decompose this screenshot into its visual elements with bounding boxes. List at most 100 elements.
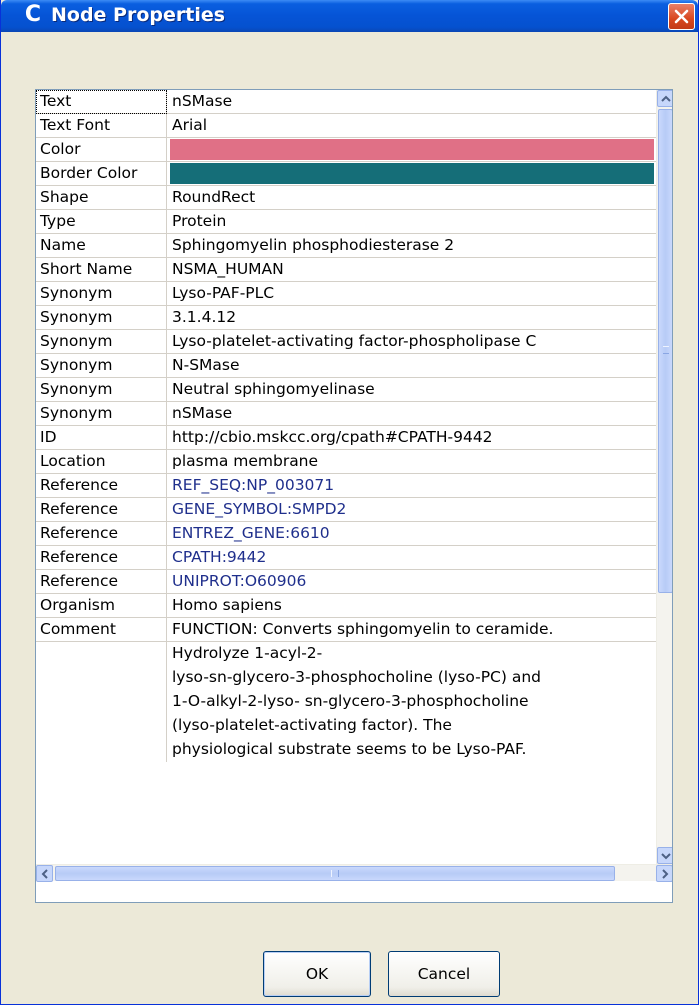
table-row[interactable]: Synonym Lyso-platelet-activating factor-p… bbox=[36, 330, 656, 354]
scroll-right-button[interactable] bbox=[656, 865, 672, 882]
reference-link[interactable]: UNIPROT:O60906 bbox=[168, 570, 656, 593]
property-value: 3.1.4.12 bbox=[172, 308, 237, 326]
table-row[interactable]: Reference CPATH:9442 bbox=[36, 546, 656, 570]
table-row[interactable]: Reference UNIPROT:O60906 bbox=[36, 570, 656, 594]
property-value: nSMase bbox=[172, 92, 233, 110]
property-key: Synonym bbox=[36, 306, 167, 329]
focus-indicator bbox=[36, 90, 167, 114]
ok-button[interactable]: OK bbox=[263, 951, 371, 997]
table-row[interactable]: ID http://cbio.mskcc.org/cpath#CPATH-9442 bbox=[36, 426, 656, 450]
property-value: N-SMase bbox=[172, 356, 240, 374]
app-icon: C bbox=[24, 2, 42, 27]
table-row[interactable]: Synonym Neutral sphingomyelinase bbox=[36, 378, 656, 402]
node-properties-dialog: C Node Properties Text nSMase Text Font Ari… bbox=[0, 0, 699, 1005]
table-row[interactable]: Text Font Arial bbox=[36, 114, 656, 138]
horizontal-scrollbar[interactable] bbox=[36, 864, 672, 882]
table-row[interactable]: Color bbox=[36, 138, 656, 162]
comment-continuation-row[interactable]: (lyso-platelet-activating factor). The bbox=[36, 714, 656, 738]
comment-text-line: physiological substrate seems to be Lyso… bbox=[172, 740, 527, 758]
property-key: Comment bbox=[36, 618, 167, 641]
property-key: Synonym bbox=[36, 282, 167, 305]
table-row[interactable]: Shape RoundRect bbox=[36, 186, 656, 210]
vertical-scrollbar[interactable] bbox=[656, 90, 672, 864]
table-row[interactable]: Synonym nSMase bbox=[36, 402, 656, 426]
close-icon bbox=[674, 9, 689, 24]
table-row[interactable]: Short Name NSMA_HUMAN bbox=[36, 258, 656, 282]
table-row[interactable]: Reference REF_SEQ:NP_003071 bbox=[36, 474, 656, 498]
property-key: Reference bbox=[36, 546, 167, 569]
table-row[interactable]: Text nSMase bbox=[36, 90, 656, 114]
property-value: Homo sapiens bbox=[172, 596, 282, 614]
table-row[interactable]: Location plasma membrane bbox=[36, 450, 656, 474]
table-row[interactable]: Reference GENE_SYMBOL:SMPD2 bbox=[36, 498, 656, 522]
horizontal-scroll-thumb[interactable] bbox=[55, 866, 615, 881]
property-value: FUNCTION: Converts sphingomyelin to cera… bbox=[172, 620, 554, 638]
scroll-left-button[interactable] bbox=[36, 865, 53, 882]
property-value: Sphingomyelin phosphodiesterase 2 bbox=[172, 236, 455, 254]
properties-table: Text nSMase Text Font Arial Color Border Colo… bbox=[35, 89, 673, 903]
property-value: Neutral sphingomyelinase bbox=[172, 380, 375, 398]
window-title: Node Properties bbox=[51, 4, 226, 26]
property-key: Reference bbox=[36, 474, 167, 497]
table-row[interactable]: Type Protein bbox=[36, 210, 656, 234]
grip-icon bbox=[663, 346, 669, 354]
reference-link[interactable]: GENE_SYMBOL:SMPD2 bbox=[168, 498, 656, 521]
comment-continuation-row[interactable]: physiological substrate seems to be Lyso… bbox=[36, 738, 656, 762]
comment-text-line: Hydrolyze 1-acyl-2- bbox=[172, 644, 323, 662]
table-row[interactable]: Comment FUNCTION: Converts sphingomyelin … bbox=[36, 618, 656, 642]
chevron-up-icon bbox=[661, 95, 671, 102]
property-key: Synonym bbox=[36, 378, 167, 401]
property-key: Color bbox=[36, 138, 167, 161]
comment-continuation-row[interactable]: Hydrolyze 1-acyl-2- bbox=[36, 642, 656, 666]
property-key: Shape bbox=[36, 186, 167, 209]
property-key: Name bbox=[36, 234, 167, 257]
comment-text-line: lyso-sn-glycero-3-phosphocholine (lyso-P… bbox=[172, 668, 542, 686]
property-key: Synonym bbox=[36, 354, 167, 377]
table-row[interactable]: Border Color bbox=[36, 162, 656, 186]
properties-rows: Text nSMase Text Font Arial Color Border Colo… bbox=[36, 90, 656, 864]
chevron-left-icon bbox=[41, 869, 48, 879]
vertical-scroll-thumb[interactable] bbox=[658, 109, 672, 593]
color-swatch[interactable] bbox=[170, 139, 654, 160]
property-value: NSMA_HUMAN bbox=[172, 260, 284, 278]
empty-key-cell bbox=[36, 714, 167, 738]
table-row[interactable]: Synonym Lyso-PAF-PLC bbox=[36, 282, 656, 306]
comment-text-line: (lyso-platelet-activating factor). The bbox=[172, 716, 452, 734]
table-row[interactable]: Synonym 3.1.4.12 bbox=[36, 306, 656, 330]
table-row[interactable]: Synonym N-SMase bbox=[36, 354, 656, 378]
property-key: Organism bbox=[36, 594, 167, 617]
scroll-up-button[interactable] bbox=[657, 90, 672, 107]
property-key: Synonym bbox=[36, 402, 167, 425]
property-value: plasma membrane bbox=[172, 452, 319, 470]
property-key: Text Font bbox=[36, 114, 167, 137]
property-key: Location bbox=[36, 450, 167, 473]
close-button[interactable] bbox=[668, 3, 695, 30]
border-color-swatch[interactable] bbox=[170, 163, 654, 184]
reference-link[interactable]: ENTREZ_GENE:6610 bbox=[168, 522, 656, 545]
reference-link[interactable]: CPATH:9442 bbox=[168, 546, 656, 569]
comment-continuation-row[interactable]: 1-O-alkyl-2-lyso- sn-glycero-3-phosphoch… bbox=[36, 690, 656, 714]
property-value: nSMase bbox=[172, 404, 233, 422]
property-value: Lyso-PAF-PLC bbox=[172, 284, 275, 302]
cancel-button[interactable]: Cancel bbox=[388, 951, 500, 997]
scroll-down-button[interactable] bbox=[657, 847, 672, 864]
grip-icon bbox=[331, 870, 339, 877]
reference-link[interactable]: REF_SEQ:NP_003071 bbox=[168, 474, 656, 497]
property-key: Reference bbox=[36, 570, 167, 593]
comment-text-line: 1-O-alkyl-2-lyso- sn-glycero-3-phosphoch… bbox=[172, 692, 529, 710]
comment-continuation-row[interactable]: lyso-sn-glycero-3-phosphocholine (lyso-P… bbox=[36, 666, 656, 690]
property-value: http://cbio.mskcc.org/cpath#CPATH-9442 bbox=[172, 428, 493, 446]
table-row[interactable]: Reference ENTREZ_GENE:6610 bbox=[36, 522, 656, 546]
empty-key-cell bbox=[36, 642, 167, 666]
title-bar[interactable]: C Node Properties bbox=[1, 0, 698, 32]
empty-key-cell bbox=[36, 666, 167, 690]
property-key: Border Color bbox=[36, 162, 167, 185]
empty-key-cell bbox=[36, 690, 167, 714]
table-row[interactable]: Organism Homo sapiens bbox=[36, 594, 656, 618]
chevron-down-icon bbox=[661, 853, 671, 860]
chevron-right-icon bbox=[662, 869, 669, 879]
property-key: Type bbox=[36, 210, 167, 233]
table-row[interactable]: Name Sphingomyelin phosphodiesterase 2 bbox=[36, 234, 656, 258]
property-key: Reference bbox=[36, 498, 167, 521]
property-key: ID bbox=[36, 426, 167, 449]
